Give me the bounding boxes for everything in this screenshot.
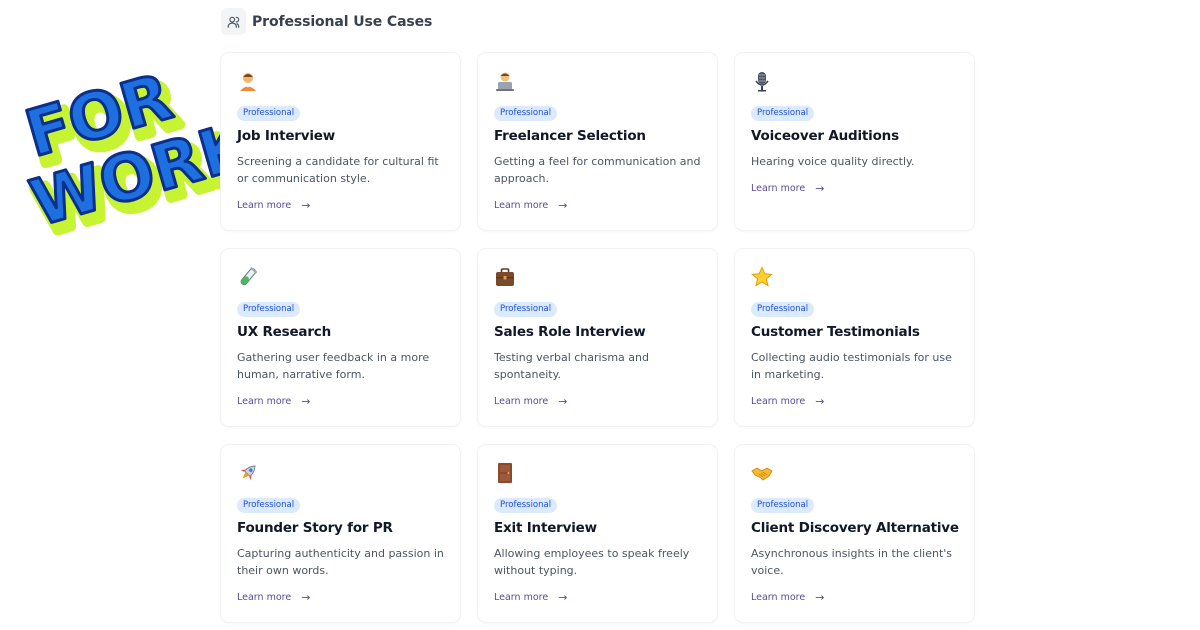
card-description: Getting a feel for communication and app… [494,155,701,185]
arrow-right-icon: → [558,199,568,212]
category-badge: Professional [237,302,301,317]
use-case-grid: Professional Job Interview Screening a c… [221,53,976,623]
arrow-right-icon: → [558,395,568,408]
handshake-icon [751,462,773,484]
category-badge: Professional [751,302,815,317]
learn-more-label: Learn more [751,396,806,407]
learn-more-label: Learn more [494,200,549,211]
use-case-card[interactable]: Professional Customer Testimonials Colle… [735,249,974,426]
card-title: Voiceover Auditions [751,128,899,144]
arrow-right-icon: → [815,182,825,195]
learn-more-label: Learn more [237,396,292,407]
card-description: Hearing voice quality directly. [751,155,915,168]
card-title: Sales Role Interview [494,324,646,340]
learn-more-link[interactable]: Learn more → [494,396,567,407]
learn-more-label: Learn more [237,592,292,603]
card-title: Customer Testimonials [751,324,920,340]
learn-more-link[interactable]: Learn more → [751,396,824,407]
office-worker-icon [237,70,259,92]
card-description: Allowing employees to speak freely witho… [494,547,690,577]
category-badge: Professional [751,498,815,513]
section-title: Professional Use Cases [252,13,433,30]
technologist-icon [494,70,516,92]
category-badge: Professional [751,106,815,121]
learn-more-link[interactable]: Learn more → [494,592,567,603]
arrow-right-icon: → [815,395,825,408]
use-case-card[interactable]: Professional Voiceover Auditions Hearing… [735,53,974,230]
briefcase-icon [494,266,516,288]
use-case-card[interactable]: Professional Founder Story for PR Captur… [221,445,460,622]
rocket-icon [237,462,259,484]
learn-more-link[interactable]: Learn more → [237,200,310,211]
use-case-card[interactable]: Professional UX Research Gathering user … [221,249,460,426]
card-title: Freelancer Selection [494,128,646,144]
learn-more-link[interactable]: Learn more → [751,183,824,194]
category-badge: Professional [494,302,558,317]
arrow-right-icon: → [301,395,311,408]
learn-more-link[interactable]: Learn more → [751,592,824,603]
card-title: Client Discovery Alternative [751,520,959,536]
for-work-sticker: FOR WORK FOR WORK [12,59,272,254]
learn-more-label: Learn more [751,592,806,603]
card-title: Job Interview [237,128,336,144]
category-badge: Professional [494,106,558,121]
card-description: Capturing authenticity and passion in th… [237,547,444,577]
use-case-card[interactable]: Professional Job Interview Screening a c… [221,53,460,230]
microphone-icon [751,70,773,92]
section-header: Professional Use Cases [221,8,432,35]
learn-more-label: Learn more [751,183,806,194]
use-case-card[interactable]: Professional Exit Interview Allowing emp… [478,445,717,622]
learn-more-link[interactable]: Learn more → [237,396,310,407]
card-title: Founder Story for PR [237,520,393,536]
card-description: Collecting audio testimonials for use in… [751,351,952,381]
card-description: Screening a candidate for cultural fit o… [237,155,439,185]
learn-more-label: Learn more [237,200,292,211]
arrow-right-icon: → [815,591,825,604]
card-description: Testing verbal charisma and spontaneity. [494,351,649,381]
use-case-card[interactable]: Professional Client Discovery Alternativ… [735,445,974,622]
arrow-right-icon: → [301,199,311,212]
arrow-right-icon: → [301,591,311,604]
card-description: Asynchronous insights in the client's vo… [751,547,953,577]
arrow-right-icon: → [558,591,568,604]
test-tube-icon [237,266,259,288]
card-title: UX Research [237,324,331,340]
learn-more-label: Learn more [494,592,549,603]
star-icon [751,266,773,288]
use-case-card[interactable]: Professional Freelancer Selection Gettin… [478,53,717,230]
category-badge: Professional [237,106,301,121]
category-badge: Professional [494,498,558,513]
learn-more-link[interactable]: Learn more → [494,200,567,211]
learn-more-link[interactable]: Learn more → [237,592,310,603]
card-description: Gathering user feedback in a more human,… [237,351,430,381]
users-icon [221,8,246,35]
category-badge: Professional [237,498,301,513]
page: Professional Use Cases FOR WORK FOR WORK… [0,0,1200,630]
learn-more-label: Learn more [494,396,549,407]
use-case-card[interactable]: Professional Sales Role Interview Testin… [478,249,717,426]
card-title: Exit Interview [494,520,597,536]
door-icon [494,462,516,484]
